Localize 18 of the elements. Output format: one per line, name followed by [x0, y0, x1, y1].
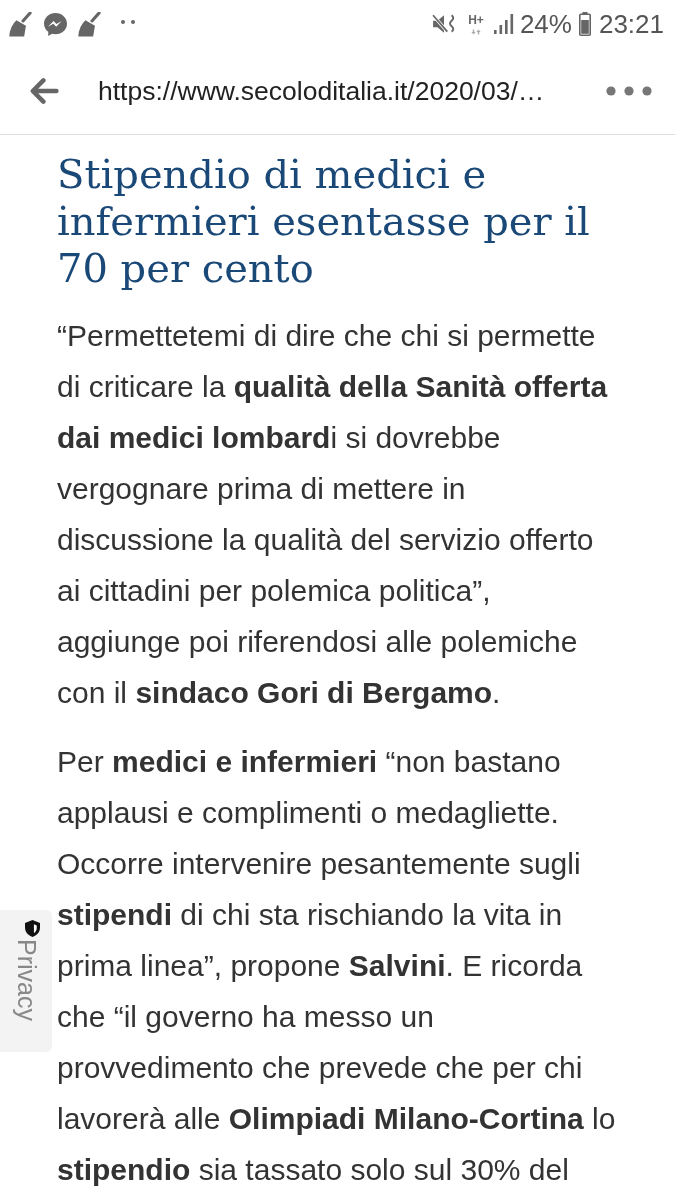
network-type-label: H+	[468, 13, 484, 27]
broom-icon	[77, 11, 101, 37]
shield-icon	[24, 920, 40, 937]
article-title: Stipendio di medici e infermieri esentasse per il 70 per cento	[57, 151, 591, 292]
broom-icon	[8, 11, 32, 37]
more-icon[interactable]	[606, 86, 652, 96]
dots-icon	[121, 20, 135, 24]
article-paragraph: Per medici e infermieri “non bastano applausi e complimenti o medagliette. Occorre intervenire pesantemente sugli stipendi di chi sta rischiando la vita in prima linea”, propone Salvini. E ricorda che “il governo ha messo un provvedimento che prevede che per chi lavorerà alle Olimpiadi Milano-Cortina lo stipendio sia tassato solo sul 30% del	[57, 744, 617, 1188]
url-field[interactable]: https://www.secoloditalia.it/2020/03/…	[98, 75, 606, 107]
chat-bubble-icon	[44, 12, 67, 36]
signal-icon	[493, 14, 514, 34]
data-arrows-icon	[471, 28, 482, 35]
battery-percent: 24%	[519, 8, 572, 40]
clock: 23:21	[598, 8, 664, 40]
mute-vibrate-icon	[432, 14, 457, 34]
article-paragraph: “Permettetemi di dire che chi si permette di criticare la qualità della Sanità offerta dai medici lombardi si dovrebbe vergognare prima di mettere in discussione la qualità del servizio offerto ai cittadini per polemica politica”, aggiunge poi riferendosi alle polemiche con il sindaco Gori di Bergamo.	[57, 318, 609, 711]
battery-icon	[578, 12, 591, 36]
back-icon[interactable]	[30, 78, 60, 104]
